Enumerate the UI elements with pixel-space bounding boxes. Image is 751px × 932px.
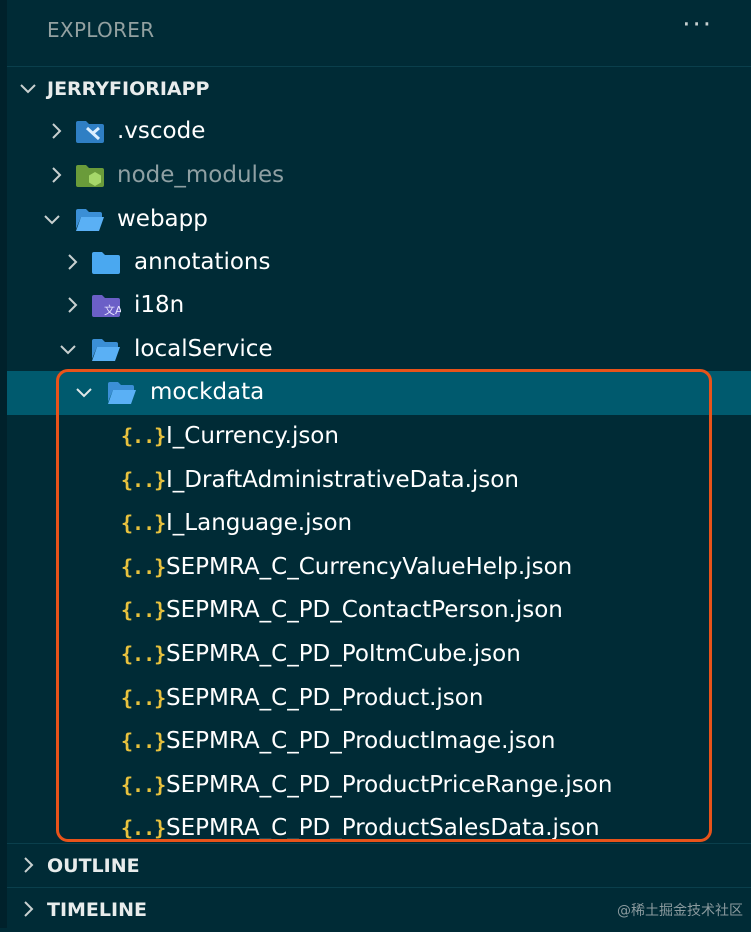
tree-item-label: SEPMRA_C_PD_ProductSalesData.json	[166, 815, 600, 841]
json-file-icon: {..}	[121, 642, 166, 666]
tree-item-vscode[interactable]: .vscode	[7, 110, 751, 154]
tree-item-mockdata[interactable]: mockdata	[7, 371, 751, 415]
tree-item-label: localService	[134, 336, 273, 362]
tree-item-file[interactable]: {..} SEPMRA_C_PD_ProductPriceRange.json	[7, 764, 751, 808]
watermark: @稀土掘金技术社区	[617, 903, 743, 919]
timeline-label: TIMELINE	[47, 899, 147, 921]
chevron-down-icon	[44, 215, 60, 225]
json-file-icon: {..}	[121, 511, 166, 535]
chevron-right-icon	[24, 901, 34, 917]
json-file-icon: {..}	[121, 598, 166, 622]
open-folder-icon	[108, 382, 136, 404]
root-folder-header[interactable]: JERRYFIORIAPP	[7, 66, 751, 111]
tree-item-label: SEPMRA_C_PD_Product.json	[166, 685, 484, 711]
tree-item-label: .vscode	[117, 118, 206, 144]
tree-item-label: I_Currency.json	[166, 423, 339, 449]
tree-item-label: i18n	[134, 292, 185, 318]
chevron-right-icon	[52, 123, 62, 139]
tree-item-file[interactable]: {..} I_DraftAdministrativeData.json	[7, 459, 751, 503]
explorer-header: EXPLORER ···	[7, 0, 751, 64]
json-file-icon: {..}	[121, 773, 166, 797]
chevron-right-icon	[24, 857, 34, 873]
json-file-icon: {..}	[121, 729, 166, 753]
outline-section-header[interactable]: OUTLINE	[7, 843, 751, 888]
svg-text:文A: 文A	[104, 303, 121, 317]
tree-item-label: SEPMRA_C_PD_PoItmCube.json	[166, 641, 521, 667]
chevron-down-icon	[60, 345, 76, 355]
tree-item-i18n[interactable]: 文A i18n	[7, 284, 751, 328]
explorer-title: EXPLORER	[47, 18, 155, 42]
json-file-icon: {..}	[121, 686, 166, 710]
open-folder-icon	[76, 209, 104, 231]
tree-item-node-modules[interactable]: node_modules	[7, 154, 751, 198]
folder-icon	[92, 252, 120, 274]
root-folder-label: JERRYFIORIAPP	[47, 78, 210, 100]
tree-item-label: SEPMRA_C_PD_ContactPerson.json	[166, 597, 563, 623]
node-folder-icon	[76, 165, 104, 187]
tree-item-file[interactable]: {..} SEPMRA_C_PD_ProductSalesData.json	[7, 807, 751, 843]
tree-item-file[interactable]: {..} SEPMRA_C_PD_PoItmCube.json	[7, 633, 751, 677]
tree-item-localservice[interactable]: localService	[7, 328, 751, 372]
tree-item-label: SEPMRA_C_CurrencyValueHelp.json	[166, 554, 573, 580]
outline-label: OUTLINE	[47, 855, 140, 877]
chevron-down-icon	[20, 84, 36, 94]
tree-item-webapp[interactable]: webapp	[7, 198, 751, 242]
tree-item-label: SEPMRA_C_PD_ProductImage.json	[166, 728, 556, 754]
tree-item-label: I_Language.json	[166, 510, 353, 536]
tree-item-label: node_modules	[117, 162, 285, 188]
tree-item-file[interactable]: {..} SEPMRA_C_PD_Product.json	[7, 677, 751, 721]
tree-item-label: I_DraftAdministrativeData.json	[166, 467, 519, 493]
more-actions-button[interactable]: ···	[682, 10, 713, 40]
tree-item-file[interactable]: {..} SEPMRA_C_PD_ProductImage.json	[7, 720, 751, 764]
tree-item-file[interactable]: {..} SEPMRA_C_PD_ContactPerson.json	[7, 589, 751, 633]
json-file-icon: {..}	[121, 468, 166, 492]
json-file-icon: {..}	[121, 816, 166, 840]
tree-item-label: SEPMRA_C_PD_ProductPriceRange.json	[166, 772, 613, 798]
open-folder-icon	[92, 339, 120, 361]
chevron-right-icon	[68, 254, 78, 270]
json-file-icon: {..}	[121, 555, 166, 579]
chevron-right-icon	[68, 297, 78, 313]
left-edge	[0, 0, 7, 928]
tree-item-label: annotations	[134, 249, 271, 275]
vscode-folder-icon	[76, 121, 104, 143]
tree-item-file[interactable]: {..} I_Language.json	[7, 502, 751, 546]
chevron-down-icon	[76, 388, 92, 398]
tree-item-file[interactable]: {..} I_Currency.json	[7, 415, 751, 459]
tree-item-annotations[interactable]: annotations	[7, 241, 751, 285]
chevron-right-icon	[52, 167, 62, 183]
translate-folder-icon: 文A	[92, 295, 121, 317]
tree-item-file[interactable]: {..} SEPMRA_C_CurrencyValueHelp.json	[7, 546, 751, 590]
json-file-icon: {..}	[121, 424, 166, 448]
tree-item-label: mockdata	[150, 379, 265, 405]
tree-item-label: webapp	[117, 206, 208, 232]
